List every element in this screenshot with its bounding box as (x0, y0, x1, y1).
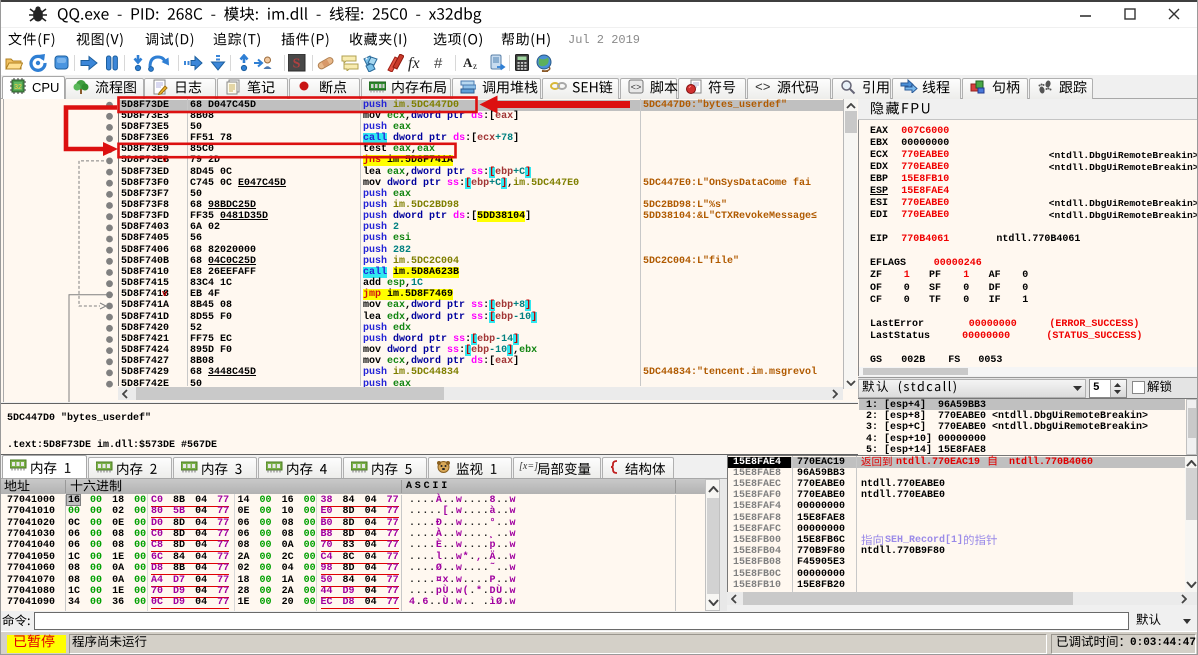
svg-text:z: z (473, 61, 477, 71)
svg-text:S: S (293, 57, 301, 72)
svg-text:<>: <> (755, 80, 771, 93)
svg-text:A: A (463, 55, 473, 70)
svg-text:#: # (434, 55, 443, 71)
svg-text:<>: <> (631, 83, 642, 93)
svg-text:fx: fx (408, 55, 420, 72)
svg-text:32: 32 (14, 84, 22, 91)
